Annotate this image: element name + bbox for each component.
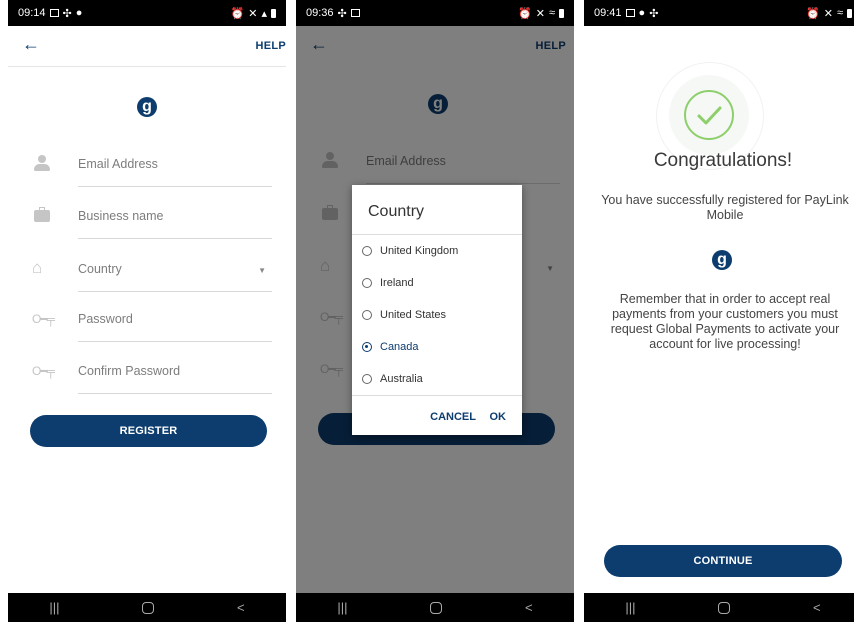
option-united-kingdom[interactable]: United Kingdom — [352, 235, 522, 267]
system-nav-bar: ||| < — [296, 593, 574, 622]
ok-button[interactable]: OK — [490, 411, 507, 423]
radio-icon — [362, 310, 372, 320]
email-placeholder: Email Address — [78, 157, 158, 171]
field-underline — [78, 186, 272, 187]
battery-icon — [847, 8, 852, 18]
email-field[interactable]: Email Address — [8, 145, 286, 189]
home-nav-icon[interactable] — [718, 601, 731, 614]
option-label: United States — [380, 309, 447, 321]
gallery-icon — [350, 9, 360, 17]
business-name-field[interactable]: Business name — [8, 197, 286, 241]
clock: 09:41 — [594, 7, 622, 19]
gallery-icon — [49, 9, 59, 17]
notification-icon: ● — [75, 7, 83, 19]
screen-register: 09:14 ✣ ● ⏰ ✕ ▴ ← HELP g Email Address B… — [8, 0, 286, 622]
status-bar: 09:36 ✣ ⏰ ✕ ≈ — [296, 0, 574, 26]
password-placeholder: Password — [78, 312, 133, 326]
alarm-icon: ⏰ — [230, 7, 245, 20]
cancel-button[interactable]: CANCEL — [430, 411, 476, 423]
radio-icon — [362, 278, 372, 288]
register-button[interactable]: REGISTER — [30, 415, 267, 447]
field-underline — [78, 238, 272, 239]
clock: 09:14 — [18, 7, 46, 19]
password-field[interactable]: O━╤ Password — [8, 300, 286, 344]
country-dialog: Country United Kingdom Ireland United St… — [352, 185, 522, 435]
status-bar: 09:14 ✣ ● ⏰ ✕ ▴ — [8, 0, 286, 26]
battery-icon — [559, 8, 564, 18]
success-title: Congratulations! — [653, 150, 793, 171]
alarm-icon: ⏰ — [518, 7, 532, 20]
option-canada[interactable]: Canada — [352, 331, 522, 363]
radio-icon — [362, 246, 372, 256]
country-placeholder: Country — [78, 262, 122, 276]
option-label: Ireland — [380, 277, 414, 289]
back-nav-icon[interactable]: < — [525, 600, 533, 615]
back-nav-icon[interactable]: < — [813, 600, 821, 615]
wifi-icon: ≈ — [836, 7, 843, 19]
option-label: United Kingdom — [380, 245, 459, 257]
back-nav-icon[interactable]: < — [237, 600, 245, 615]
business-name-placeholder: Business name — [78, 209, 164, 223]
global-payments-logo: g — [137, 97, 157, 117]
wifi-icon: ≈ — [548, 7, 555, 19]
home-nav-icon[interactable] — [142, 601, 155, 614]
recents-icon[interactable]: ||| — [625, 600, 635, 615]
notification-icon: ● — [638, 7, 646, 19]
check-circle-icon — [684, 90, 734, 140]
home-nav-icon[interactable] — [430, 601, 443, 614]
battery-icon — [271, 8, 276, 18]
dropdown-caret-icon: ▼ — [258, 266, 266, 275]
sync-icon: ✣ — [649, 7, 659, 20]
system-nav-bar: ||| < — [8, 593, 286, 622]
field-underline — [78, 341, 272, 342]
alarm-icon: ⏰ — [806, 7, 820, 20]
key-icon: O━╤ — [32, 312, 55, 326]
field-underline — [78, 291, 272, 292]
clock: 09:36 — [306, 7, 334, 19]
success-message: You have successfully registered for Pay… — [601, 193, 849, 222]
option-united-states[interactable]: United States — [352, 299, 522, 331]
mute-icon: ✕ — [823, 7, 833, 20]
radio-selected-icon — [362, 342, 372, 352]
global-payments-logo: g — [712, 250, 732, 270]
mute-icon: ✕ — [535, 7, 545, 20]
option-label: Australia — [380, 373, 423, 385]
arrow-left-icon[interactable]: ← — [22, 34, 40, 55]
continue-button[interactable]: CONTINUE — [604, 545, 842, 577]
app-bar-divider — [8, 66, 286, 67]
sync-icon: ✣ — [337, 7, 347, 20]
option-ireland[interactable]: Ireland — [352, 267, 522, 299]
signal-icon: ▴ — [261, 7, 267, 20]
dialog-divider — [352, 395, 522, 396]
country-select[interactable]: ⌂ Country ▼ — [8, 250, 286, 294]
radio-icon — [362, 374, 372, 384]
key-icon: O━╤ — [32, 364, 55, 378]
screen-success: 09:41 ● ✣ ⏰ ✕ ≈ Congratulations! You hav… — [584, 0, 854, 622]
option-label: Canada — [380, 341, 419, 353]
home-icon: ⌂ — [32, 258, 43, 277]
option-australia[interactable]: Australia — [352, 363, 522, 395]
help-button[interactable]: HELP — [255, 40, 286, 52]
sync-icon: ✣ — [62, 7, 72, 20]
confirm-password-field[interactable]: O━╤ Confirm Password — [8, 352, 286, 396]
status-bar: 09:41 ● ✣ ⏰ ✕ ≈ — [584, 0, 854, 26]
confirm-password-placeholder: Confirm Password — [78, 364, 181, 378]
gallery-icon — [625, 9, 635, 17]
briefcase-icon — [34, 207, 50, 222]
recents-icon[interactable]: ||| — [49, 600, 59, 615]
activation-notice: Remember that in order to accept real pa… — [610, 292, 840, 351]
person-icon — [34, 155, 50, 173]
field-underline — [78, 393, 272, 394]
dialog-title: Country — [368, 203, 425, 220]
mute-icon: ✕ — [248, 7, 258, 20]
recents-icon[interactable]: ||| — [337, 600, 347, 615]
system-nav-bar: ||| < — [584, 593, 854, 622]
app-bar: ← HELP — [8, 26, 286, 66]
screen-country-dialog: 09:36 ✣ ⏰ ✕ ≈ ← HELP g Email Address ⌂ ▼… — [296, 0, 574, 622]
